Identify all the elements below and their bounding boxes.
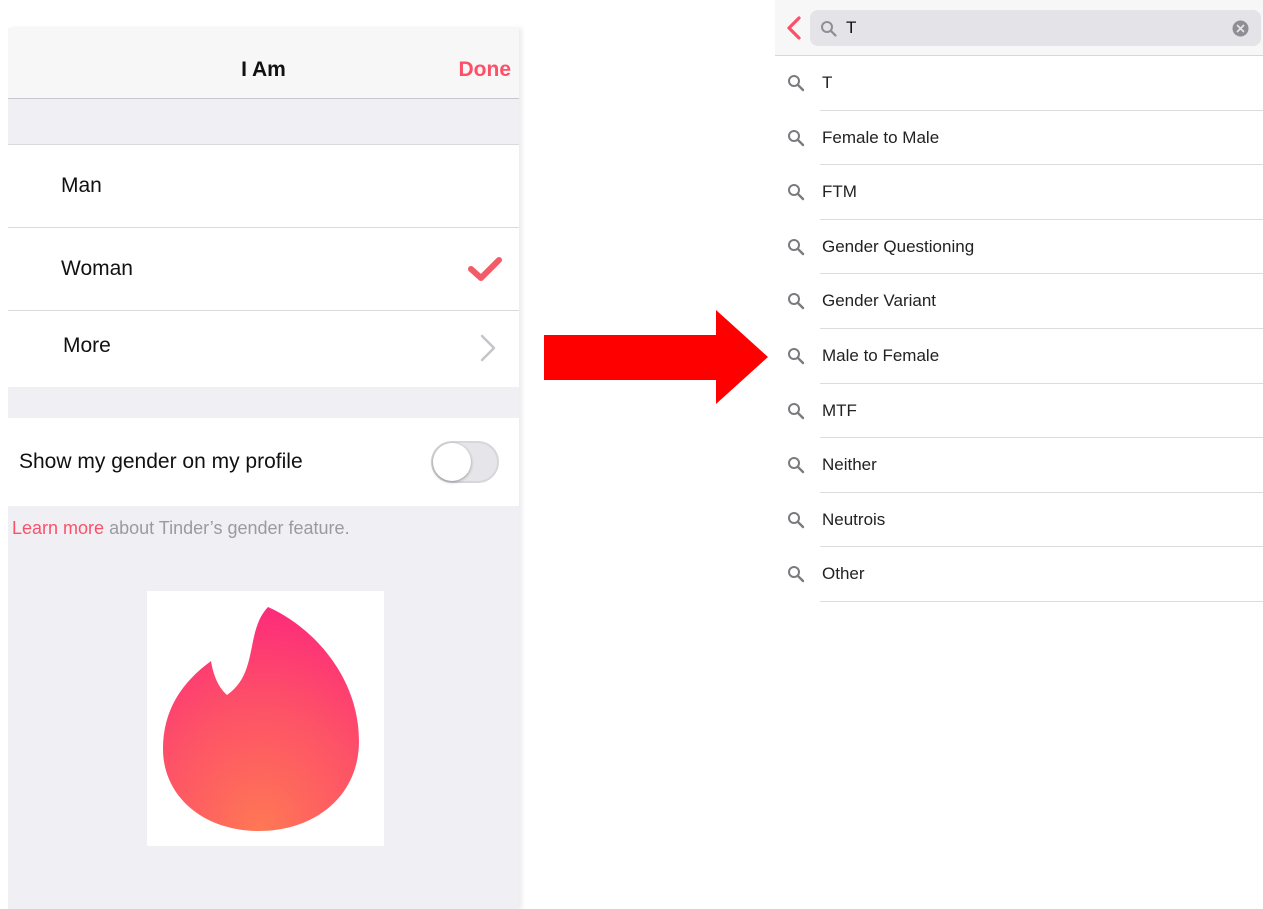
- search-suggestion-item[interactable]: Neither: [775, 438, 1263, 493]
- search-suggestion-item[interactable]: Female to Male: [775, 111, 1263, 166]
- search-icon: [821, 21, 837, 37]
- show-gender-toggle[interactable]: [431, 441, 499, 483]
- search-suggestion-item[interactable]: FTM: [775, 165, 1263, 220]
- search-suggestion-item[interactable]: MTF: [775, 384, 1263, 439]
- gender-option-more[interactable]: More: [8, 311, 519, 387]
- search-suggestion-item[interactable]: Neutrois: [775, 493, 1263, 548]
- search-icon: [788, 238, 805, 255]
- gender-option-woman[interactable]: Woman: [8, 228, 519, 311]
- search-icon: [788, 293, 805, 310]
- search-suggestion-label: FTM: [822, 182, 857, 202]
- tinder-logo: [147, 591, 384, 846]
- gender-option-label: Man: [61, 174, 102, 197]
- search-suggestion-item[interactable]: Male to Female: [775, 329, 1263, 384]
- checkmark-icon: [468, 257, 502, 281]
- show-gender-label: Show my gender on my profile: [19, 450, 303, 473]
- toggle-knob: [433, 443, 471, 481]
- learn-more-link[interactable]: Learn more: [12, 518, 104, 538]
- done-button[interactable]: Done: [459, 58, 512, 82]
- page-title: I Am: [241, 58, 286, 81]
- search-suggestion-label: Gender Questioning: [822, 236, 975, 256]
- gender-option-label: More: [63, 334, 111, 357]
- gender-feature-text: about Tinder’s gender feature.: [104, 518, 350, 538]
- tinder-flame-logo-icon: [163, 607, 359, 831]
- search-suggestion-label: Neither: [822, 455, 877, 475]
- right-arrow-icon: [544, 310, 768, 404]
- search-icon: [788, 457, 805, 474]
- navigation-bar: I Am Done: [8, 28, 519, 99]
- search-icon: [788, 347, 805, 365]
- search-icon: [788, 75, 805, 92]
- gender-option-man[interactable]: Man: [8, 145, 519, 228]
- search-icon: [788, 184, 805, 201]
- search-suggestion-item[interactable]: Gender Questioning: [775, 220, 1263, 275]
- search-suggestion-label: Neutrois: [822, 509, 886, 529]
- search-icon: [788, 511, 805, 528]
- row-divider: [820, 600, 1263, 602]
- clear-search-icon[interactable]: [1232, 20, 1249, 37]
- search-suggestion-label: Gender Variant: [822, 291, 937, 311]
- search-suggestions-list: T Female to Male FTM Gender Questioning Gend…: [775, 56, 1263, 602]
- show-gender-setting: Show my gender on my profile: [8, 418, 519, 506]
- search-query-text: T: [846, 18, 857, 37]
- search-suggestion-item[interactable]: T: [775, 56, 1263, 111]
- search-suggestion-label: MTF: [822, 400, 857, 420]
- search-suggestion-item[interactable]: Other: [775, 547, 1263, 602]
- back-chevron-icon[interactable]: [786, 16, 802, 40]
- search-icon: [788, 566, 805, 583]
- gender-feature-note: Learn more about Tinder’s gender feature…: [12, 518, 350, 539]
- search-suggestion-label: T: [822, 73, 833, 92]
- search-icon: [788, 129, 805, 146]
- gender-option-label: Woman: [61, 257, 133, 280]
- chevron-right-icon: [480, 334, 496, 362]
- search-suggestion-label: Female to Male: [822, 127, 940, 147]
- search-suggestion-label: Other: [822, 564, 865, 584]
- search-header: T: [775, 0, 1263, 56]
- search-suggestion-label: Male to Female: [822, 345, 940, 365]
- search-icon: [788, 402, 805, 419]
- search-suggestion-item[interactable]: Gender Variant: [775, 274, 1263, 329]
- gender-search-screen: T T Female to Male FTM Gender Questioning Ge…: [775, 0, 1263, 909]
- gender-settings-screen: I Am Done Man Woman More Show my gender …: [8, 28, 519, 909]
- gender-options-list: Man Woman More: [8, 144, 519, 387]
- search-input[interactable]: T: [810, 10, 1261, 46]
